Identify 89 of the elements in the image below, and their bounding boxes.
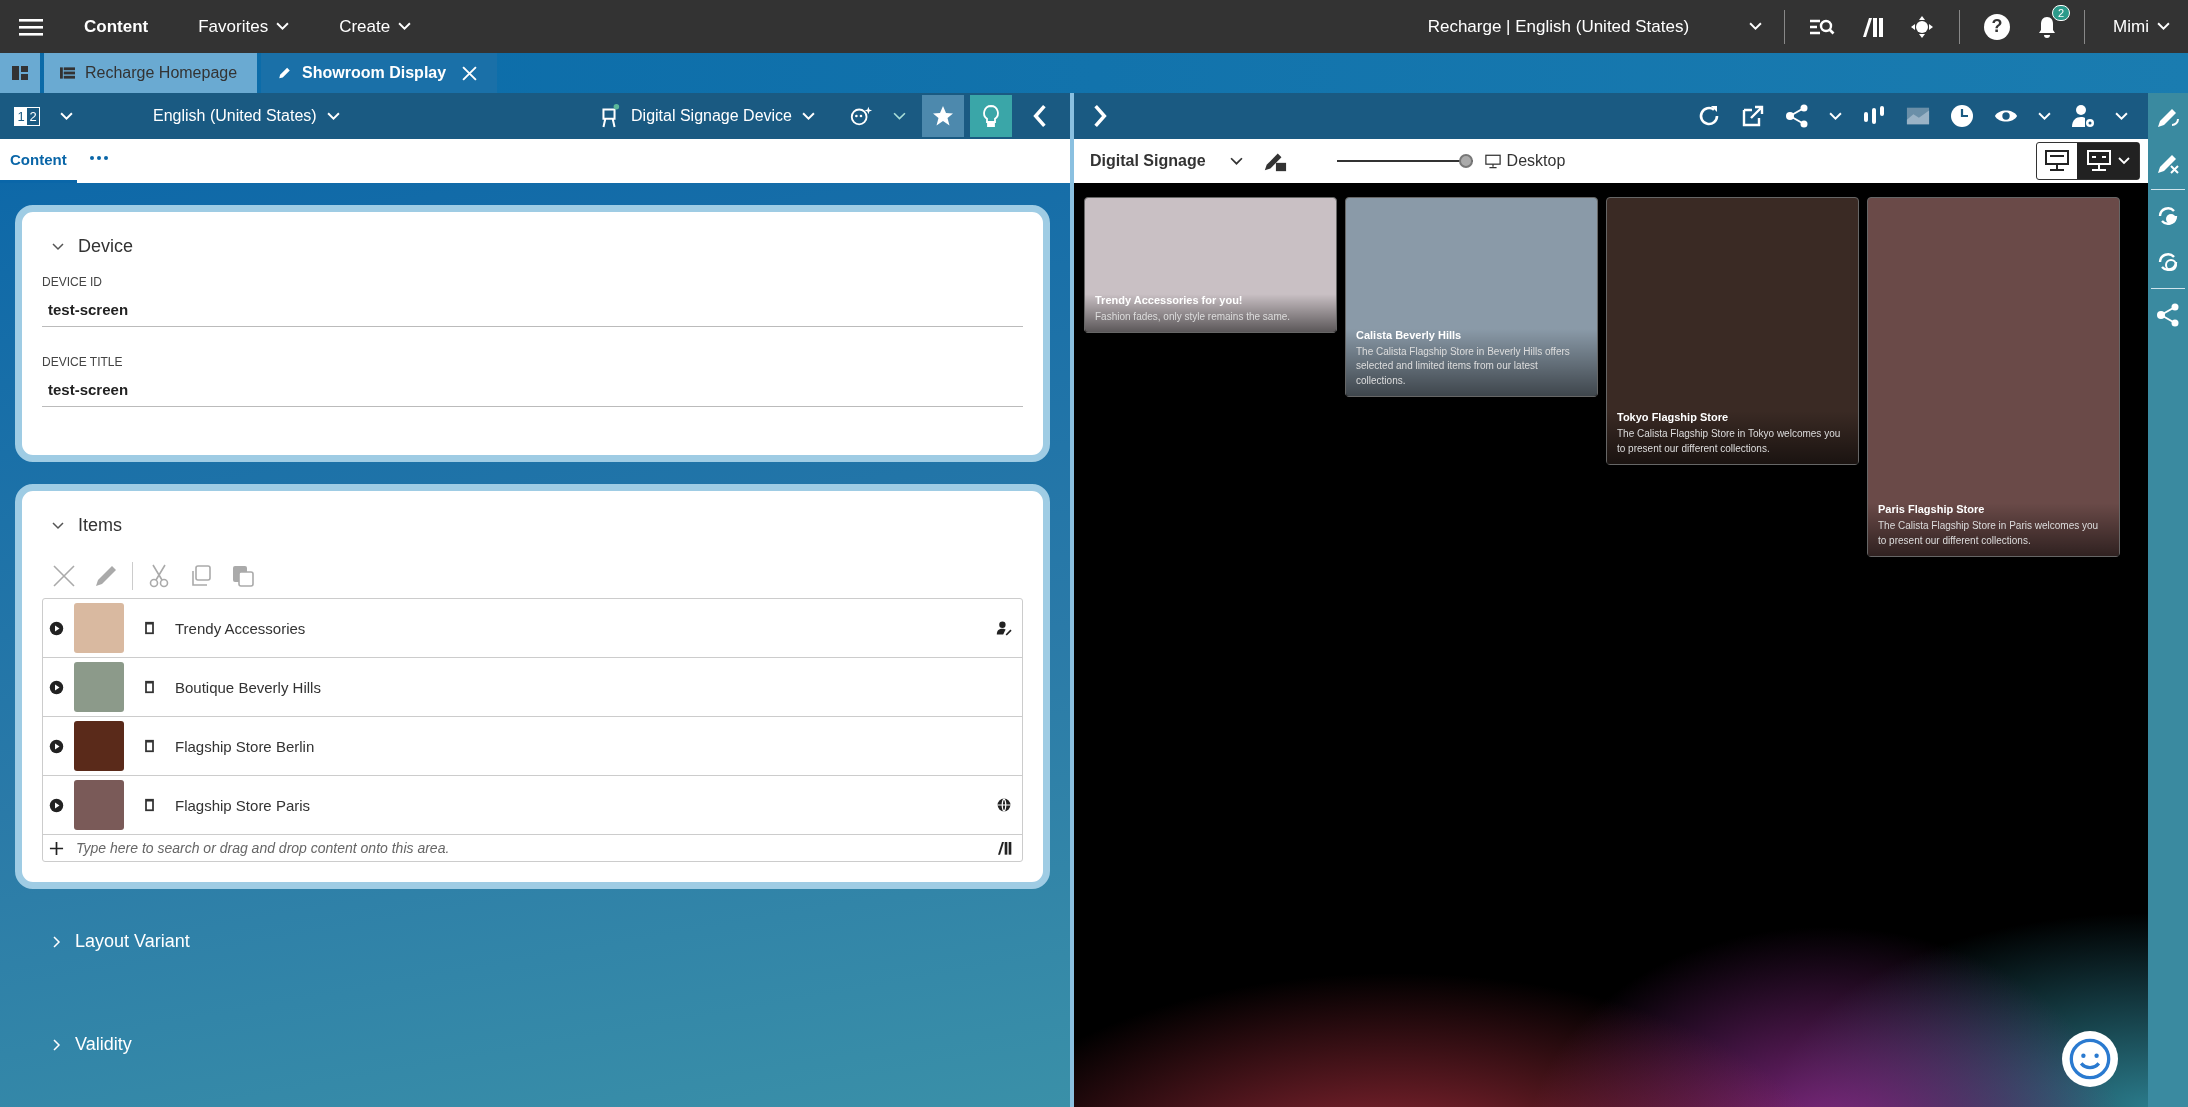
document-tab[interactable]: Recharge Homepage: [44, 53, 258, 93]
device-selector[interactable]: Digital Signage: [1090, 152, 1206, 170]
help-button[interactable]: ?: [1984, 13, 2011, 40]
photo-placeholder: [74, 662, 124, 712]
sync-icon[interactable]: [2156, 250, 2180, 274]
dashboard-icon[interactable]: [0, 53, 40, 93]
teaser-title: Calista Beverly Hills: [1356, 328, 1463, 341]
list-item[interactable]: Boutique Beverly Hills: [43, 658, 1022, 717]
smiley-icon: [2068, 1037, 2112, 1081]
sparkle-face-icon[interactable]: [849, 104, 873, 128]
reload-icon[interactable]: [1697, 104, 1721, 128]
globe-icon: [996, 797, 1012, 813]
feedback-button[interactable]: [2062, 1031, 2118, 1087]
hints-button[interactable]: [970, 95, 1012, 137]
teaser-text: The Calista Flagship Store in Tokyo welcomes you to present our different collections.: [1617, 427, 1842, 456]
chevron-right-icon: [53, 1038, 61, 1051]
external-link-icon[interactable]: [1741, 104, 1765, 128]
document-icon: [144, 739, 155, 753]
menu-icon[interactable]: [18, 16, 44, 37]
chevron-right-icon: [53, 935, 61, 948]
play-icon[interactable]: [49, 738, 64, 754]
document-icon: [144, 680, 155, 694]
plus-icon[interactable]: [49, 840, 64, 856]
nav-menu-item[interactable]: Favorites: [198, 16, 290, 37]
nav-menu-item[interactable]: Content: [84, 16, 149, 37]
teaser-card[interactable]: Tokyo Flagship Store The Calista Flagship Store in Tokyo welcomes you to present our different collections.: [1606, 197, 1859, 465]
version-compare-button[interactable]: 1 2: [14, 106, 40, 126]
photo-placeholder: [74, 780, 124, 830]
document-icon: [144, 798, 155, 812]
chevron-down-icon: [398, 22, 412, 31]
chevron-down-icon: [276, 22, 290, 31]
user-menu[interactable]: Mimi: [2113, 16, 2170, 37]
locale-selector[interactable]: English (United States): [153, 107, 317, 125]
teaser-title: Tokyo Flagship Store: [1617, 411, 1730, 423]
list-item[interactable]: Flagship Store Paris: [43, 776, 1022, 835]
user-edit-icon: [996, 620, 1012, 636]
monitor-icon: [2086, 149, 2112, 173]
site-selector[interactable]: Recharge | English (United States): [1427, 16, 1690, 37]
share-icon[interactable]: [1785, 104, 1809, 128]
preview-mode-button[interactable]: [2077, 143, 2139, 179]
notification-badge: 2: [2052, 4, 2071, 21]
field-label: DEVICE TITLE: [42, 355, 124, 369]
sync-icon[interactable]: [2156, 204, 2180, 228]
play-icon[interactable]: [49, 797, 64, 813]
more-icon[interactable]: [88, 155, 109, 161]
teaser-text: Fashion fades, only style remains the same.: [1095, 309, 1292, 324]
photo-placeholder: [74, 721, 124, 771]
user-settings-icon[interactable]: [2071, 104, 2095, 128]
list-item[interactable]: Trendy Accessories: [43, 599, 1022, 658]
field-label: DEVICE ID: [42, 275, 103, 289]
slider-handle[interactable]: [1458, 154, 1473, 168]
share-icon[interactable]: [2156, 303, 2180, 327]
star-icon: [931, 104, 955, 128]
teaser-text: The Calista Flagship Store in Beverly Hills offers selected and limited items from our latest collections.: [1356, 344, 1571, 388]
teaser-title: Trendy Accessories for you!: [1095, 293, 1244, 306]
photo-placeholder: [74, 603, 124, 653]
teaser-text: The Calista Flagship Store in Paris welcomes you to present our different collections.: [1878, 519, 2100, 548]
section-header[interactable]: Layout Variant: [15, 911, 1050, 992]
teaser-card[interactable]: Paris Flagship Store The Calista Flagship Store in Paris welcomes you to present our different collections.: [1867, 197, 2120, 557]
form-tab[interactable]: Content: [0, 139, 77, 183]
chevron-down-icon: [52, 521, 64, 530]
monitor-icon: [1484, 153, 1501, 169]
nav-menu-item[interactable]: Create: [339, 16, 412, 37]
viewport-label: Desktop: [1506, 152, 1566, 170]
section-header[interactable]: Items: [42, 507, 132, 554]
teaser-title: Paris Flagship Store: [1878, 503, 1986, 515]
chevron-down-icon: [52, 242, 64, 251]
section-header[interactable]: Validity: [15, 1014, 1050, 1095]
play-icon[interactable]: [49, 679, 64, 695]
library-icon[interactable]: [996, 840, 1012, 856]
item-title: Trendy Accessories: [175, 619, 306, 637]
chevron-down-icon: [2157, 22, 2170, 31]
section-header[interactable]: Device: [42, 228, 144, 275]
list-item[interactable]: Flagship Store Berlin: [43, 717, 1022, 776]
bookmark-button[interactable]: [922, 95, 964, 137]
pencil-icon: [277, 66, 293, 80]
monitor-icon: [2044, 149, 2070, 173]
clock-icon[interactable]: [1950, 104, 1974, 128]
content-type-selector[interactable]: Digital Signage Device: [631, 107, 792, 125]
document-icon: [144, 621, 155, 635]
document-tab[interactable]: Showroom Display: [261, 53, 498, 93]
play-icon[interactable]: [49, 620, 64, 636]
item-title: Boutique Beverly Hills: [175, 678, 321, 696]
item-title: Flagship Store Berlin: [175, 737, 315, 755]
item-title: Flagship Store Paris: [175, 796, 311, 814]
page-icon: [60, 66, 75, 80]
chevron-down-icon: [2118, 157, 2130, 165]
teaser-card[interactable]: Calista Beverly Hills The Calista Flagship Store in Beverly Hills offers selected and limited items from our latest collections.: [1345, 197, 1598, 397]
chevron-down-icon[interactable]: [1229, 156, 1243, 166]
